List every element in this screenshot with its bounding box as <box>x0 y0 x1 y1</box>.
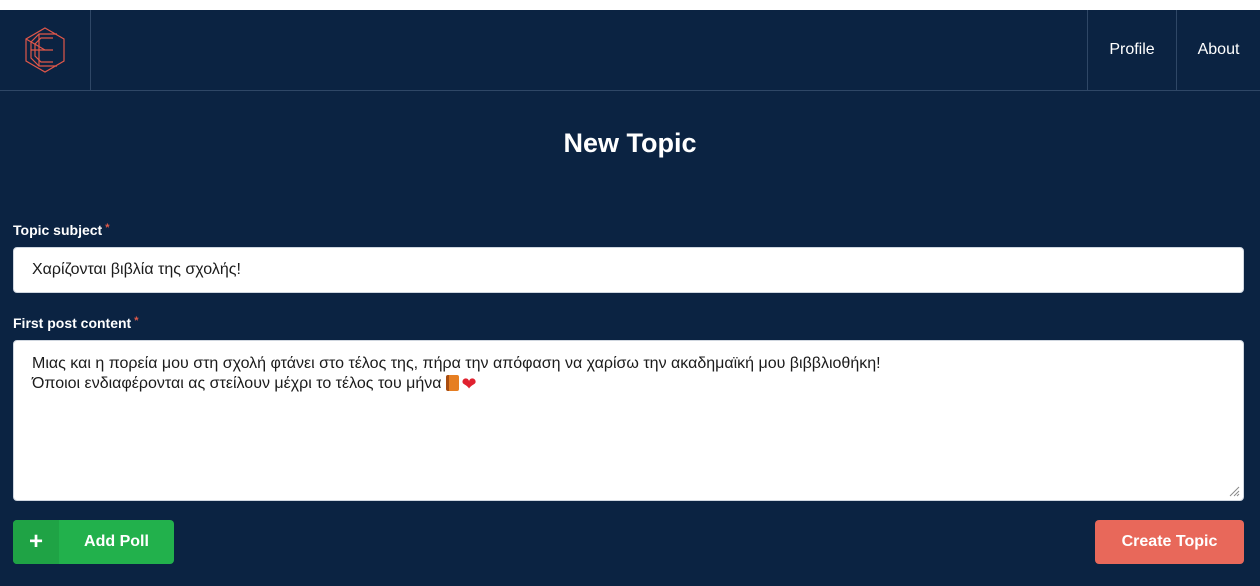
content-label: First post content * <box>13 315 139 331</box>
add-poll-button[interactable]: + Add Poll <box>13 520 174 564</box>
content-line-2-text: Όποιοι ενδιαφέρονται ας στείλουν μέχρι τ… <box>32 375 442 392</box>
resize-handle-icon[interactable] <box>1228 485 1240 497</box>
content-line-1: Μιας και η πορεία μου στη σχολή φτάνει σ… <box>32 355 881 372</box>
logo[interactable] <box>0 10 91 90</box>
heart-emoji-icon: ❤ <box>461 374 477 394</box>
required-asterisk: * <box>105 222 110 234</box>
nav-about-link[interactable]: About <box>1176 10 1260 90</box>
hexagon-c-logo-icon <box>25 27 65 73</box>
first-post-content-textarea[interactable]: Μιας και η πορεία μου στη σχολή φτάνει σ… <box>13 340 1244 501</box>
book-emoji-icon <box>445 375 459 391</box>
add-poll-label: Add Poll <box>84 533 149 550</box>
app-shell: Profile About New Topic Topic subject * Χ… <box>0 10 1260 586</box>
content-label-text: First post content <box>13 315 132 331</box>
plus-icon: + <box>13 520 59 564</box>
nav-profile-link[interactable]: Profile <box>1087 10 1176 90</box>
content-line-2: Όποιοι ενδιαφέρονται ας στείλουν μέχρι τ… <box>32 374 1225 394</box>
subject-label: Topic subject * <box>13 222 109 238</box>
nav-links: Profile About <box>1087 10 1260 90</box>
create-topic-button[interactable]: Create Topic <box>1095 520 1244 564</box>
topic-subject-input[interactable]: Χαρίζονται βιβλία της σχολής! <box>13 247 1244 293</box>
page-title: New Topic <box>563 128 697 158</box>
subject-label-text: Topic subject <box>13 222 103 238</box>
required-asterisk: * <box>134 315 139 327</box>
top-navbar: Profile About <box>0 10 1260 91</box>
